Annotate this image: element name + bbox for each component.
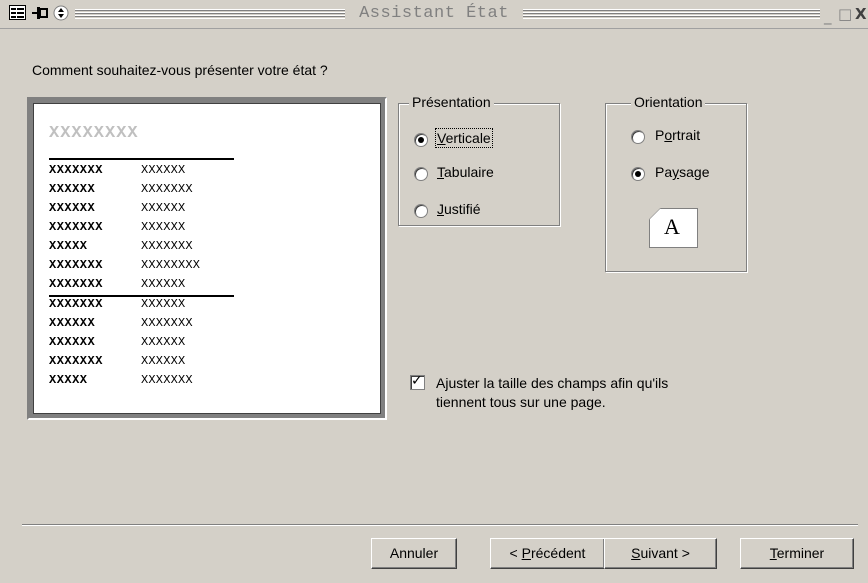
- preview-cell-value: XXXXXX: [141, 201, 186, 215]
- previous-label: <: [509, 545, 522, 561]
- option-accel: T: [437, 164, 444, 180]
- next-label: uivant >: [640, 545, 690, 561]
- preview-cell-label: XXXXXXX: [49, 297, 103, 311]
- fit-label-part: A: [436, 375, 446, 391]
- preview-title: XXXXXXXX: [49, 124, 139, 143]
- page-letter: A: [664, 214, 680, 239]
- next-button[interactable]: Suivant >: [604, 538, 717, 569]
- preview-cell-value: XXXXXX: [141, 163, 186, 177]
- presentation-option-label-2[interactable]: Justifié: [437, 201, 481, 217]
- finish-label: erminer: [776, 545, 825, 561]
- preview-cell-label: XXXXXXX: [49, 163, 103, 177]
- option-text: rtrait: [672, 127, 701, 143]
- option-text: P: [655, 127, 665, 143]
- option-accel: o: [664, 127, 673, 143]
- preview-cell-label: XXXXXXX: [49, 277, 103, 291]
- preview-cell-label: XXXXXX: [49, 182, 96, 196]
- preview-cell-label: XXXXXX: [49, 201, 96, 215]
- previous-button[interactable]: < Précédent: [490, 538, 605, 569]
- preview-cell-label: XXXXXXX: [49, 354, 103, 368]
- preview-cell-value: XXXXXXX: [141, 316, 193, 330]
- orientation-option-label-0[interactable]: Portrait: [655, 127, 700, 143]
- preview-cell-label: XXXXXX: [49, 335, 96, 349]
- preview-cell-label: XXXXXXX: [49, 220, 103, 234]
- preview-cell-value: XXXXXX: [141, 220, 186, 234]
- preview-rule-top: [49, 158, 234, 160]
- preview-cell-label: XXXXXX: [49, 316, 96, 330]
- option-accel: J: [437, 201, 444, 217]
- cancel-button[interactable]: Annuler: [371, 538, 457, 569]
- preview-cell-value: XXXXXXX: [141, 182, 193, 196]
- fit-label-part: uster la taille des champs afin qu'ils: [448, 375, 669, 391]
- finish-accel: T: [769, 545, 777, 561]
- preview-cell-value: XXXXXXX: [141, 239, 193, 253]
- orientation-option-label-1[interactable]: Paysage: [655, 164, 709, 180]
- preview-cell-label: XXXXX: [49, 239, 88, 253]
- cancel-label: Annuler: [389, 545, 439, 561]
- presentation-option-label-1[interactable]: Tabulaire: [437, 164, 494, 180]
- maximize-button[interactable]: □: [838, 5, 852, 23]
- option-accel: V: [437, 130, 446, 146]
- window-title: Assistant État: [345, 4, 523, 23]
- question-label: Comment souhaitez-vous présenter votre é…: [32, 62, 328, 78]
- preview-cell-value: XXXXXX: [141, 277, 186, 291]
- preview-cell-value: XXXXXX: [141, 335, 186, 349]
- presentation-option-label-0[interactable]: Verticale: [435, 128, 493, 148]
- layout-preview: XXXXXXXX XXXXXXX XXXXXX XXXXXX XXXXXXX XXXXX…: [27, 97, 387, 420]
- presentation-radio-2[interactable]: [414, 204, 428, 218]
- fit-fields-checkbox[interactable]: [410, 373, 425, 390]
- option-text: abulaire: [444, 164, 494, 180]
- option-text: erticale: [445, 130, 491, 146]
- previous-accel: P: [521, 545, 531, 561]
- option-text: ustifié: [444, 201, 481, 217]
- title-bar[interactable]: Assistant État _ □ X: [0, 0, 868, 29]
- close-button[interactable]: X: [855, 5, 867, 23]
- preview-cell-label: XXXXXXX: [49, 258, 103, 272]
- preview-cell-value: XXXXXXXX: [141, 258, 201, 272]
- option-text: Pa: [655, 164, 673, 180]
- preview-cell-value: XXXXXX: [141, 297, 186, 311]
- preview-cell-value: XXXXXXX: [141, 373, 193, 387]
- finish-button[interactable]: Terminer: [740, 538, 854, 569]
- option-text: sage: [679, 164, 710, 180]
- presentation-radio-1[interactable]: [414, 167, 428, 181]
- preview-cell-value: XXXXXX: [141, 354, 186, 368]
- button-separator: [22, 524, 858, 526]
- previous-label: récédent: [530, 545, 586, 561]
- preview-page: XXXXXXXX XXXXXXX XXXXXX XXXXXX XXXXXXX XXXXX…: [33, 103, 381, 414]
- orientation-radio-1[interactable]: [631, 167, 645, 181]
- fit-fields-label[interactable]: Ajuster la taille des champs afin qu'ils…: [436, 374, 756, 412]
- fit-label-line2: tiennent tous sur une page.: [436, 394, 606, 410]
- minimize-button[interactable]: _: [824, 7, 832, 25]
- presentation-radio-0[interactable]: [414, 133, 428, 147]
- preview-cell-label: XXXXX: [49, 373, 88, 387]
- presentation-group-label: Présentation: [409, 94, 494, 110]
- orientation-group-label: Orientation: [631, 94, 706, 110]
- orientation-radio-0[interactable]: [631, 130, 645, 144]
